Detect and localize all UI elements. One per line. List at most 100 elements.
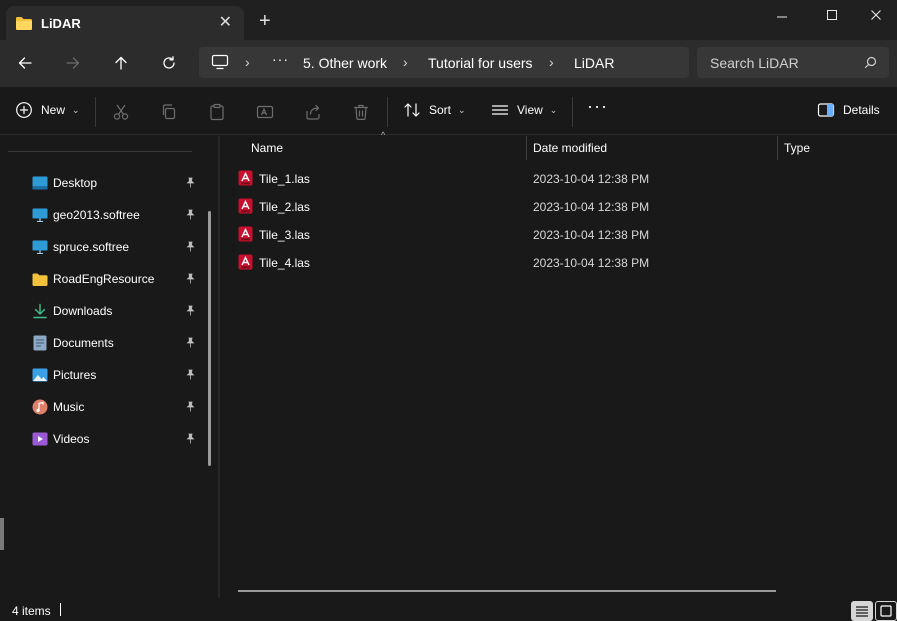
sidebar-item-pictures[interactable]: Pictures — [32, 363, 202, 387]
column-divider[interactable] — [777, 136, 778, 160]
sidebar-item-music[interactable]: Music — [32, 395, 202, 419]
folder-icon — [32, 271, 48, 287]
breadcrumb-lidar[interactable]: LiDAR — [574, 55, 614, 71]
search-input[interactable]: Search LiDAR — [710, 55, 799, 71]
forward-arrow-icon — [66, 57, 80, 69]
refresh-button[interactable] — [155, 50, 183, 76]
chevron-down-icon: ⌄ — [72, 104, 80, 115]
close-tab-icon[interactable]: ✕ — [219, 15, 232, 31]
sidebar-item-roadengresource[interactable]: RoadEngResource — [32, 267, 202, 291]
las-file-icon — [238, 254, 253, 273]
forward-button[interactable] — [59, 50, 87, 76]
status-divider — [60, 603, 61, 616]
address-bar[interactable]: › ··· 5. Other work › Tutorial for users… — [199, 47, 689, 78]
file-row[interactable]: Tile_3.las 2023-10-04 12:38 PM — [238, 222, 818, 246]
breadcrumb-tutorial[interactable]: Tutorial for users — [428, 55, 533, 71]
pin-icon — [185, 241, 196, 255]
file-name: Tile_3.las — [259, 228, 310, 242]
column-header-name[interactable]: Name — [251, 136, 283, 160]
desktop-icon — [32, 175, 48, 191]
sidebar-item-documents[interactable]: Documents — [32, 331, 202, 355]
up-button[interactable] — [107, 50, 135, 76]
sidebar-item-spruce[interactable]: spruce.softree — [32, 235, 202, 259]
delete-icon[interactable] — [352, 103, 370, 121]
maximize-button[interactable] — [809, 0, 855, 30]
details-pane-button[interactable]: Details — [817, 101, 880, 119]
paste-icon[interactable] — [208, 103, 226, 121]
sidebar-scrollbar[interactable] — [208, 211, 211, 466]
more-options-button[interactable]: ··· — [587, 96, 608, 117]
navigation-pane: Desktop geo2013.softree spruce.softree R… — [0, 136, 218, 598]
pin-icon — [185, 401, 196, 415]
command-bar: New ⌄ Sort ⌄ View ⌄ ··· Details — [0, 87, 897, 135]
tab-lidar[interactable]: LiDAR ✕ — [6, 6, 244, 40]
copy-icon[interactable] — [160, 103, 178, 121]
chevron-right-icon[interactable]: › — [403, 54, 408, 70]
minimize-icon — [777, 16, 787, 18]
file-row[interactable]: Tile_4.las 2023-10-04 12:38 PM — [238, 250, 818, 274]
breadcrumb-other-work[interactable]: 5. Other work — [303, 55, 387, 71]
status-bar: 4 items — [0, 598, 897, 621]
las-file-icon — [238, 198, 253, 217]
music-icon — [32, 399, 48, 415]
divider — [572, 97, 573, 127]
pin-icon — [185, 337, 196, 351]
share-icon[interactable] — [304, 103, 322, 121]
file-name: Tile_1.las — [259, 172, 310, 186]
pin-icon — [185, 369, 196, 383]
chevron-right-icon[interactable]: › — [245, 54, 250, 70]
column-divider[interactable] — [526, 136, 527, 160]
divider — [95, 97, 96, 127]
pin-icon — [185, 305, 196, 319]
chevron-down-icon: ⌄ — [549, 104, 558, 115]
resize-handle[interactable] — [0, 518, 4, 550]
this-pc-icon[interactable] — [211, 54, 229, 73]
column-header-type[interactable]: Type — [784, 136, 810, 160]
file-date: 2023-10-04 12:38 PM — [533, 256, 650, 270]
minimize-button[interactable] — [759, 0, 805, 30]
details-view-button[interactable] — [851, 601, 873, 621]
view-button[interactable]: View ⌄ — [491, 101, 557, 119]
sidebar-item-geo2013[interactable]: geo2013.softree — [32, 203, 202, 227]
sort-button[interactable]: Sort ⌄ — [403, 101, 466, 119]
tiles-view-button[interactable] — [875, 601, 897, 621]
column-header-date[interactable]: Date modified — [533, 136, 607, 160]
cut-icon[interactable] — [112, 103, 130, 121]
new-tab-button[interactable]: + — [259, 11, 271, 31]
maximize-icon — [827, 10, 837, 20]
pin-icon — [185, 209, 196, 223]
sidebar-item-label: Music — [53, 400, 85, 414]
sidebar-item-desktop[interactable]: Desktop — [32, 171, 202, 195]
tab-title: LiDAR — [41, 16, 81, 31]
back-button[interactable] — [11, 50, 39, 76]
sort-label: Sort — [429, 103, 452, 117]
sidebar-item-label: Videos — [53, 432, 90, 446]
sidebar-item-label: Downloads — [53, 304, 113, 318]
close-window-button[interactable] — [853, 0, 897, 30]
refresh-icon — [163, 56, 175, 69]
documents-icon — [32, 335, 48, 351]
new-label: New — [41, 103, 66, 117]
file-row[interactable]: Tile_2.las 2023-10-04 12:38 PM — [238, 194, 818, 218]
sidebar-item-videos[interactable]: Videos — [32, 427, 202, 451]
breadcrumb-overflow-button[interactable]: ··· — [272, 51, 289, 67]
sidebar-item-downloads[interactable]: Downloads — [32, 299, 202, 323]
rename-icon[interactable] — [256, 103, 274, 121]
up-arrow-icon — [115, 56, 127, 70]
folder-icon — [15, 16, 33, 34]
details-view-icon — [856, 606, 868, 617]
sidebar-item-label: RoadEngResource — [53, 272, 155, 286]
sort-ascending-icon: ^ — [381, 130, 386, 140]
horizontal-scrollbar[interactable] — [238, 590, 776, 592]
title-bar: LiDAR ✕ + — [0, 0, 897, 40]
divider — [8, 151, 192, 152]
chevron-down-icon: ⌄ — [458, 104, 466, 115]
file-row[interactable]: Tile_1.las 2023-10-04 12:38 PM — [238, 166, 818, 190]
new-button[interactable]: New ⌄ — [15, 101, 80, 119]
chevron-right-icon[interactable]: › — [549, 54, 554, 70]
pin-icon — [185, 273, 196, 287]
navigation-bar: › ··· 5. Other work › Tutorial for users… — [0, 40, 897, 87]
las-file-icon — [238, 226, 253, 245]
search-box[interactable]: Search LiDAR — [697, 47, 889, 78]
pin-icon — [185, 433, 196, 447]
